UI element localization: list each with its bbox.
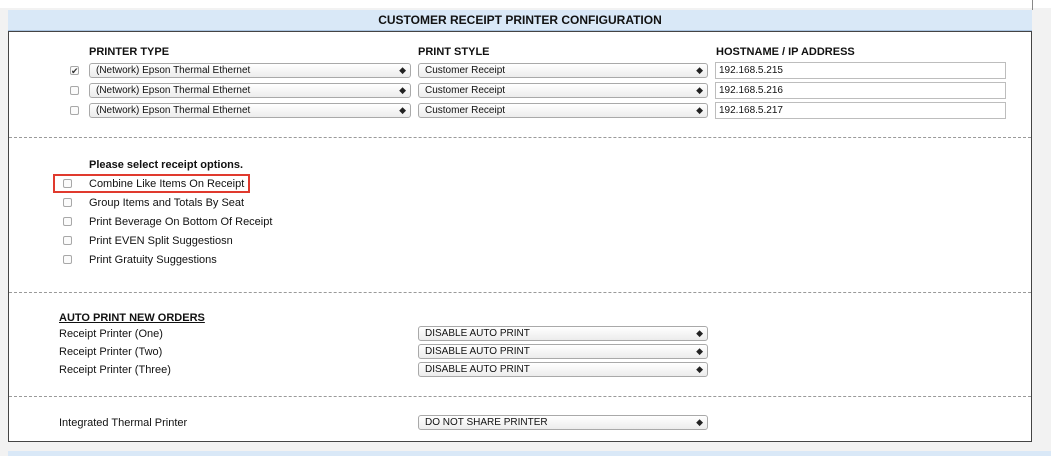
config-panel: PRINTER TYPE PRINT STYLE HOSTNAME / IP A… <box>8 31 1032 442</box>
column-header-print-style: PRINT STYLE <box>418 46 490 58</box>
page-title: CUSTOMER RECEIPT PRINTER CONFIGURATION <box>8 10 1032 31</box>
column-header-printer-type: PRINTER TYPE <box>89 46 170 58</box>
printer-type-select[interactable]: (Network) Epson Thermal Ethernet ◆ <box>89 103 411 118</box>
select-value: DISABLE AUTO PRINT <box>425 328 530 339</box>
option-label-gratuity: Print Gratuity Suggestions <box>89 254 217 266</box>
highlight-box <box>53 174 250 193</box>
section-divider <box>9 137 1031 138</box>
auto-print-select-one[interactable]: DISABLE AUTO PRINT ◆ <box>418 326 708 341</box>
print-style-select[interactable]: Customer Receipt ◆ <box>418 83 708 98</box>
hostname-input[interactable]: 192.168.5.217 <box>715 102 1006 119</box>
printer-type-select[interactable]: (Network) Epson Thermal Ethernet ◆ <box>89 63 411 78</box>
printer-enable-checkbox[interactable] <box>70 106 79 115</box>
printer-type-select[interactable]: (Network) Epson Thermal Ethernet ◆ <box>89 83 411 98</box>
printer-enable-checkbox[interactable]: ✔ <box>70 66 79 76</box>
up-down-arrows-icon: ◆ <box>696 85 703 95</box>
options-heading: Please select receipt options. <box>89 159 244 171</box>
up-down-arrows-icon: ◆ <box>696 417 703 427</box>
column-header-hostname: HOSTNAME / IP ADDRESS <box>716 46 855 58</box>
auto-print-label-two: Receipt Printer (Two) <box>59 346 163 358</box>
select-value: Customer Receipt <box>425 65 506 76</box>
bottom-strip <box>8 451 1051 456</box>
select-value: DISABLE AUTO PRINT <box>425 364 530 375</box>
option-checkbox-even-split[interactable] <box>63 236 72 245</box>
section-divider <box>9 396 1031 397</box>
print-style-select[interactable]: Customer Receipt ◆ <box>418 103 708 118</box>
frame-line <box>1032 0 1033 10</box>
checkmark-icon: ✔ <box>71 66 79 76</box>
select-value: DISABLE AUTO PRINT <box>425 346 530 357</box>
select-value: Customer Receipt <box>425 85 506 96</box>
auto-print-label-three: Receipt Printer (Three) <box>59 364 171 376</box>
up-down-arrows-icon: ◆ <box>399 105 406 115</box>
select-value: Customer Receipt <box>425 105 506 116</box>
integrated-printer-label: Integrated Thermal Printer <box>59 417 188 429</box>
up-down-arrows-icon: ◆ <box>696 364 703 374</box>
section-divider <box>9 292 1031 293</box>
auto-print-label-one: Receipt Printer (One) <box>59 328 163 340</box>
option-label-group-by-seat: Group Items and Totals By Seat <box>89 197 245 209</box>
print-style-select[interactable]: Customer Receipt ◆ <box>418 63 708 78</box>
select-value: (Network) Epson Thermal Ethernet <box>96 85 251 96</box>
up-down-arrows-icon: ◆ <box>696 65 703 75</box>
up-down-arrows-icon: ◆ <box>696 105 703 115</box>
option-checkbox-group-by-seat[interactable] <box>63 198 72 207</box>
select-value: DO NOT SHARE PRINTER <box>425 417 548 428</box>
up-down-arrows-icon: ◆ <box>399 65 406 75</box>
auto-print-select-three[interactable]: DISABLE AUTO PRINT ◆ <box>418 362 708 377</box>
up-down-arrows-icon: ◆ <box>696 346 703 356</box>
hostname-input[interactable]: 192.168.5.215 <box>715 62 1006 79</box>
option-label-beverage-bottom: Print Beverage On Bottom Of Receipt <box>89 216 273 228</box>
auto-print-heading: AUTO PRINT NEW ORDERS <box>59 312 205 324</box>
option-checkbox-beverage-bottom[interactable] <box>63 217 72 226</box>
select-value: (Network) Epson Thermal Ethernet <box>96 65 251 76</box>
integrated-printer-select[interactable]: DO NOT SHARE PRINTER ◆ <box>418 415 708 430</box>
hostname-input[interactable]: 192.168.5.216 <box>715 82 1006 99</box>
up-down-arrows-icon: ◆ <box>696 328 703 338</box>
up-down-arrows-icon: ◆ <box>399 85 406 95</box>
printer-enable-checkbox[interactable] <box>70 86 79 95</box>
select-value: (Network) Epson Thermal Ethernet <box>96 105 251 116</box>
option-label-even-split: Print EVEN Split Suggestiosn <box>89 235 233 247</box>
option-checkbox-gratuity[interactable] <box>63 255 72 264</box>
top-strip <box>0 0 1051 8</box>
auto-print-select-two[interactable]: DISABLE AUTO PRINT ◆ <box>418 344 708 359</box>
